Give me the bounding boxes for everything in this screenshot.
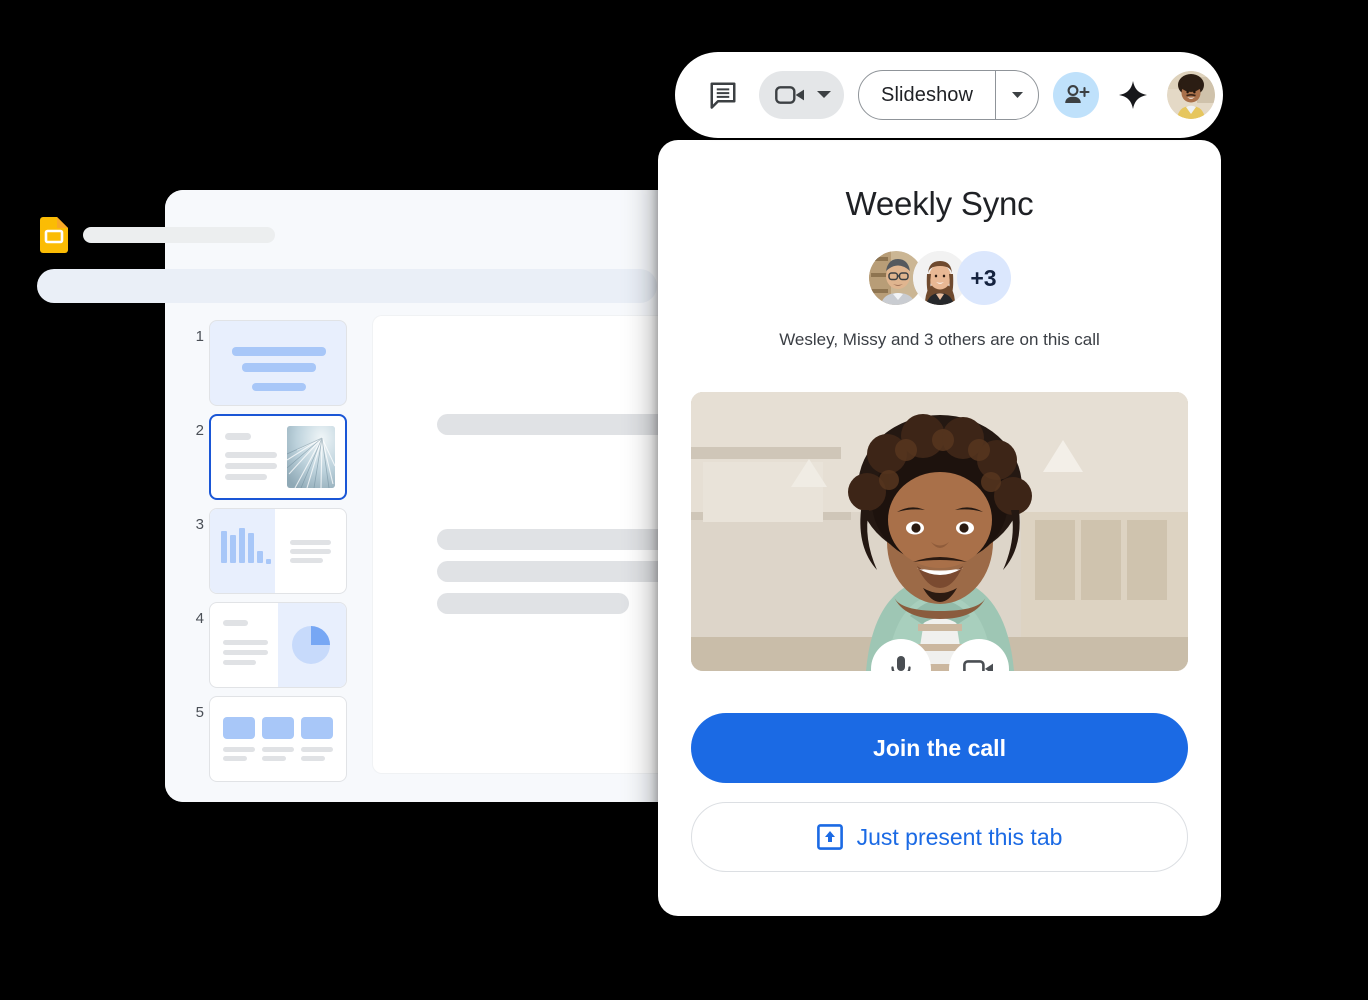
meet-join-card: Weekly Sync +3 Wesley, Missy and 3 other… <box>658 140 1221 916</box>
thumb-shape <box>290 549 331 554</box>
thumb-shape <box>290 540 331 545</box>
user-avatar[interactable] <box>1167 71 1216 119</box>
overflow-participants-badge: +3 <box>956 251 1011 305</box>
thumb-card <box>262 717 294 739</box>
thumb-bar <box>221 531 227 563</box>
thumb-bar <box>239 528 245 563</box>
self-video-tile <box>691 392 1188 671</box>
slide-number: 5 <box>195 704 204 721</box>
thumb-card <box>223 717 255 739</box>
thumb-shape <box>242 363 316 372</box>
video-controls <box>691 639 1188 671</box>
thumb-bar <box>248 533 254 563</box>
slide-thumbnail-selected[interactable] <box>209 414 347 500</box>
thumb-image <box>287 426 335 488</box>
thumb-shape <box>290 558 323 563</box>
microphone-toggle-button[interactable] <box>870 639 931 671</box>
slideshow-split-button[interactable]: Slideshow <box>858 70 1040 120</box>
join-the-call-button[interactable]: Join the call <box>691 713 1188 783</box>
filmstrip-slide-3[interactable]: 3 <box>165 508 372 602</box>
thumb-shape <box>223 756 247 761</box>
video-feed <box>691 392 1188 671</box>
thumb-shape <box>301 756 325 761</box>
thumb-shape <box>223 620 248 626</box>
document-title-placeholder[interactable] <box>83 227 275 243</box>
thumb-bar <box>230 535 236 563</box>
thumb-shape <box>262 747 294 752</box>
thumb-shape <box>225 452 277 458</box>
canvas-placeholder-line <box>437 414 685 435</box>
camera-toggle-button[interactable] <box>948 639 1009 671</box>
thumb-shape <box>225 433 251 440</box>
slides-toolbar-placeholder[interactable] <box>37 269 657 303</box>
chevron-down-icon <box>816 90 832 100</box>
thumb-shape <box>223 747 255 752</box>
thumb-card <box>301 717 333 739</box>
meet-toolbar: Slideshow <box>675 52 1223 138</box>
slide-thumbnail[interactable] <box>209 602 347 688</box>
filmstrip-slide-4[interactable]: 4 <box>165 602 372 696</box>
filmstrip-slide-2[interactable]: 2 <box>165 414 372 508</box>
canvas-placeholder-line <box>437 593 629 614</box>
person-add-icon <box>1063 83 1090 107</box>
participants-summary: Wesley, Missy and 3 others are on this c… <box>779 330 1100 349</box>
canvas-placeholder-line <box>437 561 685 582</box>
thumb-shape <box>225 463 277 469</box>
slideshow-button[interactable]: Slideshow <box>859 71 995 119</box>
canvas-placeholder-line <box>437 529 685 550</box>
slide-number: 1 <box>195 328 204 345</box>
participant-avatars: +3 <box>658 250 1221 306</box>
speaker-notes-icon[interactable] <box>701 73 745 117</box>
google-slides-icon <box>40 217 68 253</box>
meeting-title: Weekly Sync <box>845 185 1034 222</box>
slide-number: 4 <box>195 610 204 627</box>
thumb-shape <box>232 347 326 356</box>
sparkle-icon[interactable] <box>1113 73 1153 117</box>
thumb-shape <box>223 640 268 645</box>
camera-dropdown-button[interactable] <box>759 71 844 119</box>
slide-thumbnail[interactable] <box>209 696 347 782</box>
slide-editor-canvas[interactable] <box>372 315 685 774</box>
add-people-button[interactable] <box>1053 72 1100 118</box>
thumb-bar <box>266 559 271 564</box>
screenshot-stage: 1 2 3 4 5 Slideshow Weekly Sync +3 Wesle… <box>0 0 1368 1000</box>
thumb-shape <box>301 747 333 752</box>
present-to-all-icon <box>816 824 843 850</box>
slides-filmstrip: 1 2 3 4 5 <box>165 303 372 802</box>
just-present-this-tab-button[interactable]: Just present this tab <box>691 802 1188 872</box>
videocam-icon <box>962 657 995 671</box>
thumb-shape <box>223 650 268 655</box>
slideshow-dropdown-toggle[interactable] <box>996 71 1038 119</box>
microphone-icon <box>888 654 914 671</box>
thumb-shape <box>225 474 267 480</box>
thumb-shape <box>223 660 256 665</box>
slide-thumbnail[interactable] <box>209 320 347 406</box>
thumb-pie-chart <box>292 626 330 664</box>
thumb-shape <box>262 756 286 761</box>
filmstrip-slide-1[interactable]: 1 <box>165 320 372 414</box>
thumb-shape <box>252 383 306 391</box>
filmstrip-slide-5[interactable]: 5 <box>165 696 372 790</box>
secondary-button-label: Just present this tab <box>856 823 1063 850</box>
slide-thumbnail[interactable] <box>209 508 347 594</box>
chevron-down-icon <box>1011 91 1024 99</box>
thumb-bar <box>257 551 263 563</box>
videocam-icon <box>775 83 806 107</box>
slide-number: 2 <box>195 422 204 439</box>
slide-number: 3 <box>195 516 204 533</box>
